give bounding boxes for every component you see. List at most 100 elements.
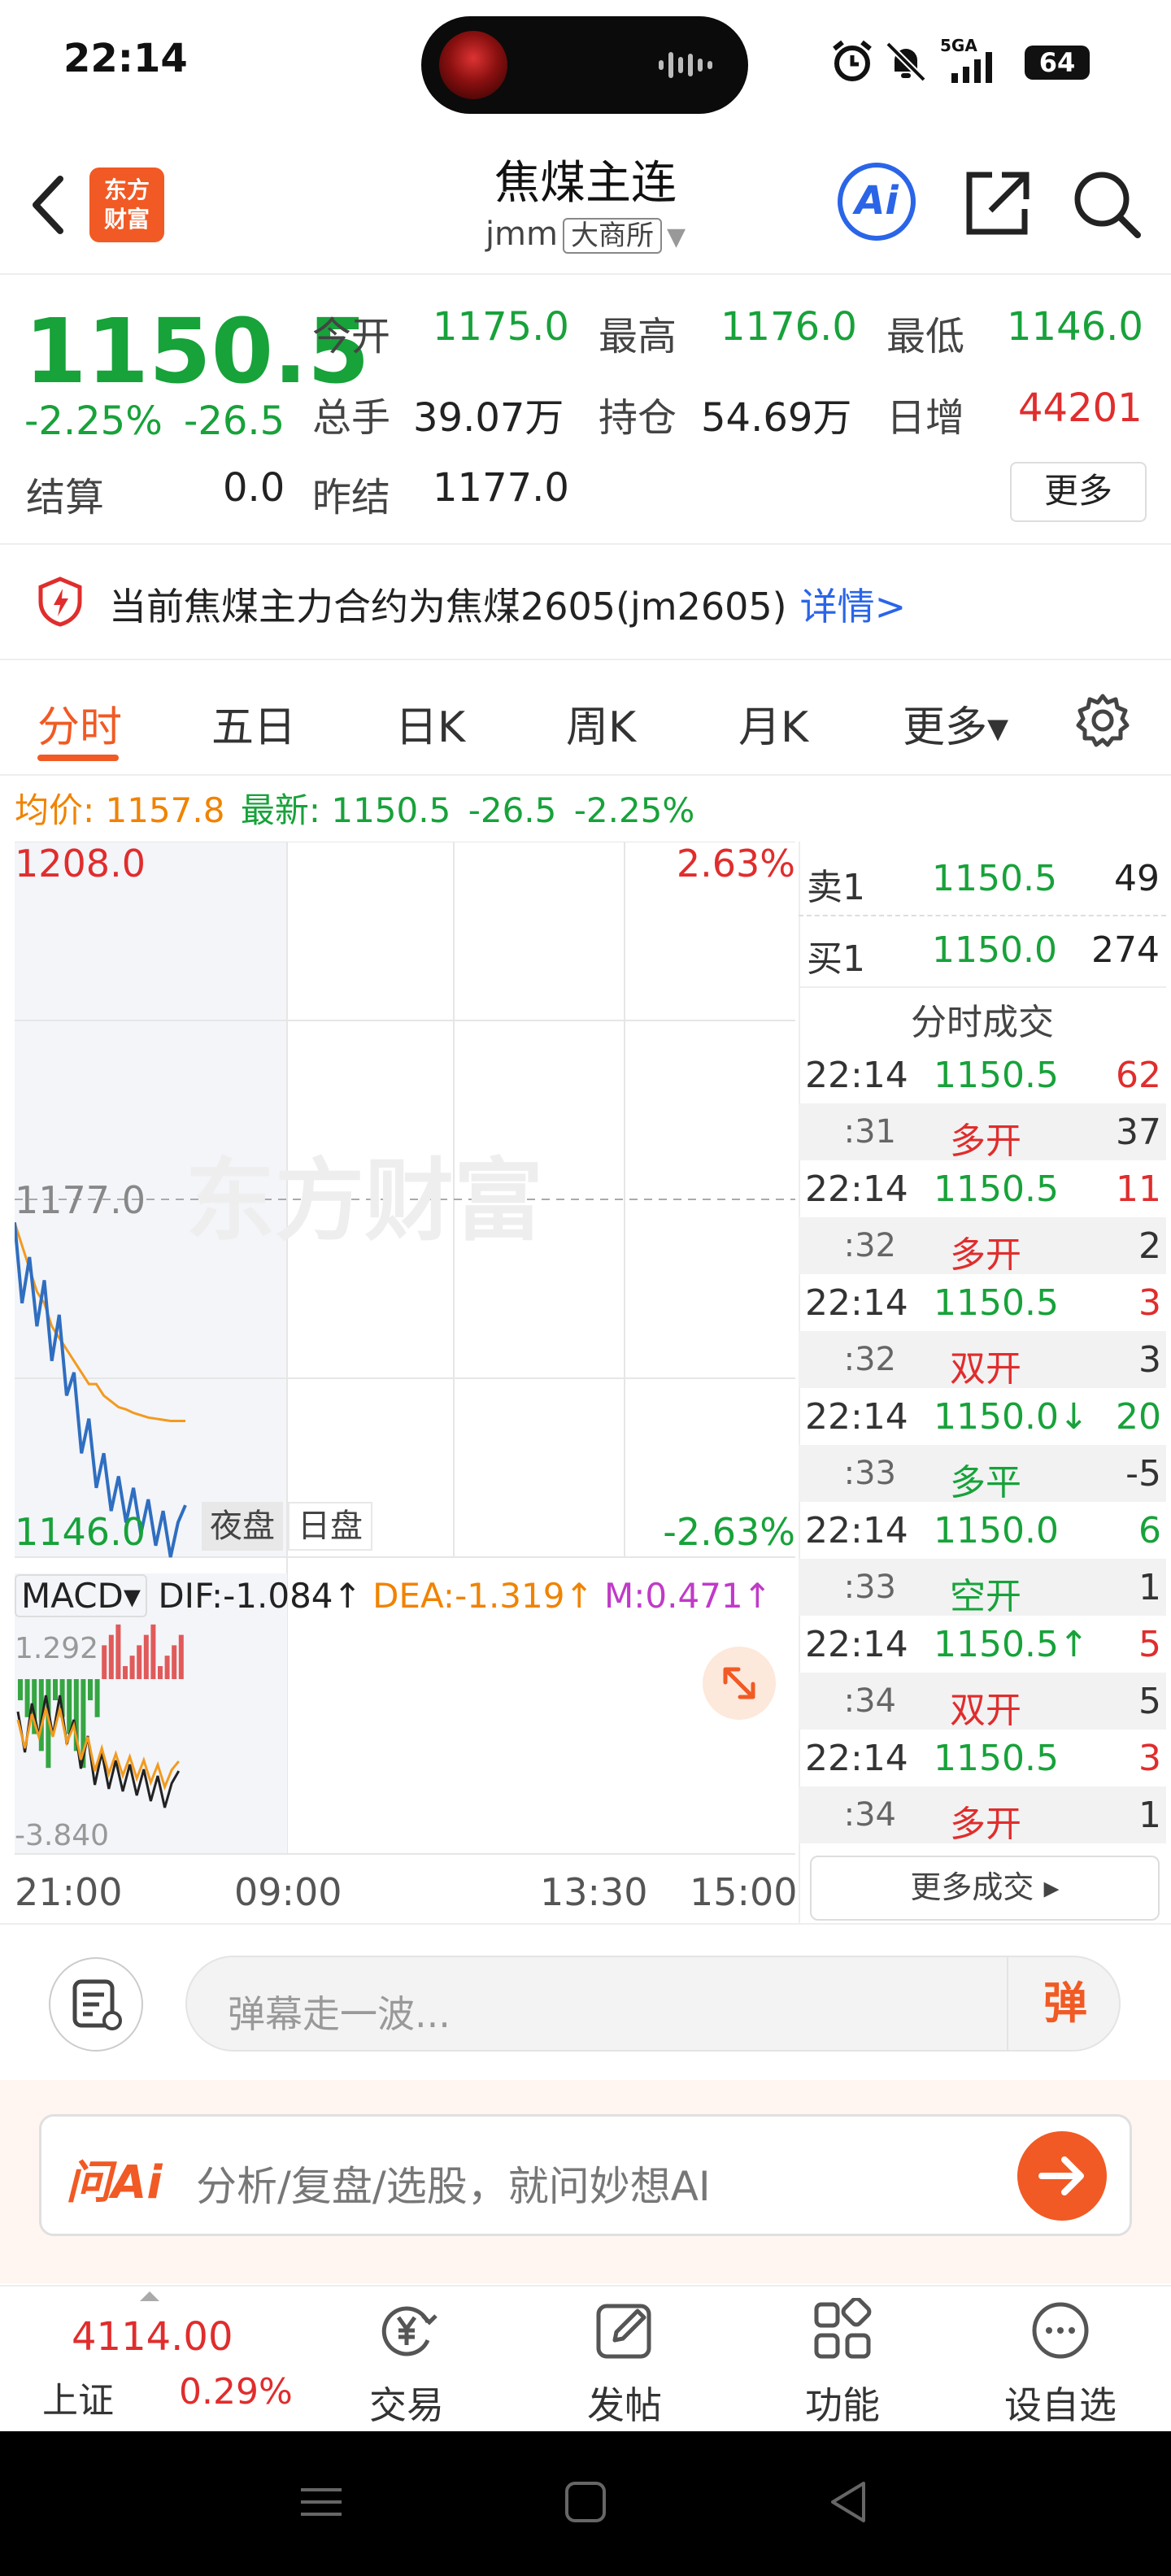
trade-row: :33 多平 -5 [799, 1445, 1166, 1503]
gear-icon[interactable] [1073, 691, 1132, 750]
tab-intraday[interactable]: 分时 [37, 693, 122, 754]
macd-selector[interactable]: MACD▾ [15, 1574, 147, 1617]
ai-query-input[interactable]: 问Ai 分析/复盘/选股，就问妙想AI [39, 2114, 1132, 2236]
macd-dif: DIF:-1.084↑ [158, 1576, 362, 1616]
more-trades-button[interactable]: 更多成交 ▸ [810, 1856, 1160, 1921]
more-quote-button[interactable]: 更多 [1010, 462, 1147, 522]
session-tag-night[interactable]: 夜盘 [202, 1502, 283, 1551]
y-min-label: 1146.0 [15, 1510, 146, 1554]
tab-day-k[interactable]: 日K [395, 693, 465, 754]
notice-content: 当前焦煤主力合约为焦煤2605(jm2605) 详情> [109, 577, 906, 631]
bottom-nav: 4114.00 上证 0.29% 交易 发帖 功能 设自选 [0, 2285, 1171, 2433]
x-label-1330: 13:30 [540, 1870, 648, 1914]
trade-time: :32 [843, 1341, 896, 1378]
macd-bar [108, 1634, 114, 1679]
trade-price: 1150.5↑ [934, 1624, 1089, 1665]
trade-volume: 1 [1138, 1567, 1161, 1608]
expand-button[interactable] [703, 1647, 776, 1720]
signal-icon [951, 52, 992, 83]
ai-assistant-button[interactable]: Ai [838, 163, 916, 241]
exchange-tag: 大商所 [562, 218, 662, 254]
dynamic-island[interactable] [421, 16, 748, 114]
session-tag-day[interactable]: 日盘 [288, 1502, 372, 1551]
trade-time: :33 [843, 1455, 896, 1492]
avg-value: 1157.8 [105, 790, 225, 830]
high-value: 1176.0 [720, 304, 857, 350]
danmu-toggle-button[interactable]: 弹 [1007, 1957, 1122, 2050]
trade-time: 22:14 [805, 1624, 908, 1665]
macd-y-max: 1.292 [15, 1632, 99, 1665]
trade-type: 多开 [950, 1120, 1021, 1162]
expand-icon [723, 1667, 755, 1699]
back-arrow-icon[interactable] [24, 172, 73, 237]
nav-watchlist[interactable]: 设自选 [951, 2287, 1169, 2433]
tab-more[interactable]: 更多▾ [903, 693, 1008, 754]
trade-time: :32 [843, 1227, 896, 1264]
bid-row: 买1 1150.0 274 [799, 918, 1166, 986]
trade-row: :32 双开 3 [799, 1331, 1166, 1390]
trade-type: 空开 [950, 1576, 1021, 1617]
trade-time: :31 [843, 1113, 896, 1151]
battery-icon: 64 [1025, 46, 1090, 80]
macd-bar [164, 1656, 170, 1679]
search-icon[interactable] [1069, 167, 1143, 240]
shield-alert-icon [38, 577, 82, 627]
avg-label: 均价: [15, 790, 95, 830]
macd-bar [115, 1624, 121, 1679]
trade-time: 22:14 [805, 1282, 908, 1324]
nav-trade[interactable]: 交易 [298, 2287, 516, 2433]
nav-functions[interactable]: 功能 [734, 2287, 951, 2433]
trade-row: 22:14 1150.5 11 [799, 1160, 1166, 1217]
oi-value: 54.69万 [701, 395, 852, 441]
bid-label: 买1 [807, 938, 865, 980]
trade-row: 22:14 1150.5 3 [799, 1274, 1166, 1331]
system-icons: 5GA 64 [821, 36, 1147, 85]
battery-level: 64 [1038, 47, 1076, 78]
macd-bar [172, 1645, 177, 1679]
settle-label: 结算 [26, 475, 105, 520]
trade-volume: 1 [1138, 1795, 1161, 1836]
danmu-input[interactable]: 弹幕走一波... 弹 [185, 1956, 1121, 2052]
notice-details-link[interactable]: 详情> [800, 585, 907, 629]
index-ticker[interactable]: 4114.00 上证 0.29% [0, 2287, 293, 2433]
comment-list-icon [72, 1979, 122, 2030]
watermark: 东方财富 [185, 1149, 543, 1253]
trade-type: 多平 [950, 1462, 1021, 1503]
macd-bar [18, 1679, 23, 1700]
order-panel: 卖1 1150.5 49 买1 1150.0 274 分时成交 22:14 115… [799, 842, 1171, 1923]
ob-divider-2 [799, 986, 1166, 988]
trade-row: 22:14 1150.0↓ 20 [799, 1388, 1166, 1445]
tab-month-k[interactable]: 月K [738, 693, 808, 754]
trade-volume: 2 [1138, 1225, 1161, 1267]
menu-icon[interactable] [293, 2474, 350, 2530]
trade-row: :31 多开 37 [799, 1103, 1166, 1162]
ai-placeholder: 分析/复盘/选股，就问妙想AI [196, 2163, 711, 2210]
latest-label: 最新: [240, 790, 320, 830]
index-value: 4114.00 [72, 2314, 233, 2360]
ask-volume: 49 [1114, 858, 1160, 899]
comment-list-button[interactable] [49, 1957, 143, 2052]
trade-row: 22:14 1150.5 3 [799, 1730, 1166, 1786]
change-value: -26.5 [184, 398, 285, 444]
share-icon[interactable] [960, 167, 1033, 240]
home-icon[interactable] [557, 2474, 614, 2530]
latest-change: -26.5 [468, 790, 557, 830]
trade-time: 22:14 [805, 1168, 908, 1210]
back-icon[interactable] [821, 2474, 878, 2530]
trade-time: 22:14 [805, 1510, 908, 1551]
contract-selector[interactable]: jmm 大商所 ▼ [423, 213, 748, 254]
nav-post[interactable]: 发帖 [516, 2287, 734, 2433]
tab-five-day[interactable]: 五日 [211, 693, 296, 754]
trade-price: 1150.0 [934, 1510, 1059, 1551]
ai-submit-button[interactable] [1017, 2131, 1107, 2221]
tab-week-k[interactable]: 周K [566, 693, 636, 754]
low-label: 最低 [886, 314, 965, 359]
trade-volume: 11 [1116, 1168, 1161, 1210]
trade-price: 1150.5 [934, 1282, 1059, 1324]
x-label-0900: 09:00 [234, 1870, 342, 1914]
main-contract-notice[interactable]: 当前焦煤主力合约为焦煤2605(jm2605) 详情> [0, 545, 1171, 660]
intraday-chart[interactable]: 东方财富 1208.0 1177.0 1146.0 2.63% -2.63% 夜… [15, 842, 795, 1855]
trade-volume: 5 [1138, 1681, 1161, 1722]
trades-title: 分时成交 [911, 1002, 1054, 1043]
trade-row: :32 多开 2 [799, 1217, 1166, 1276]
